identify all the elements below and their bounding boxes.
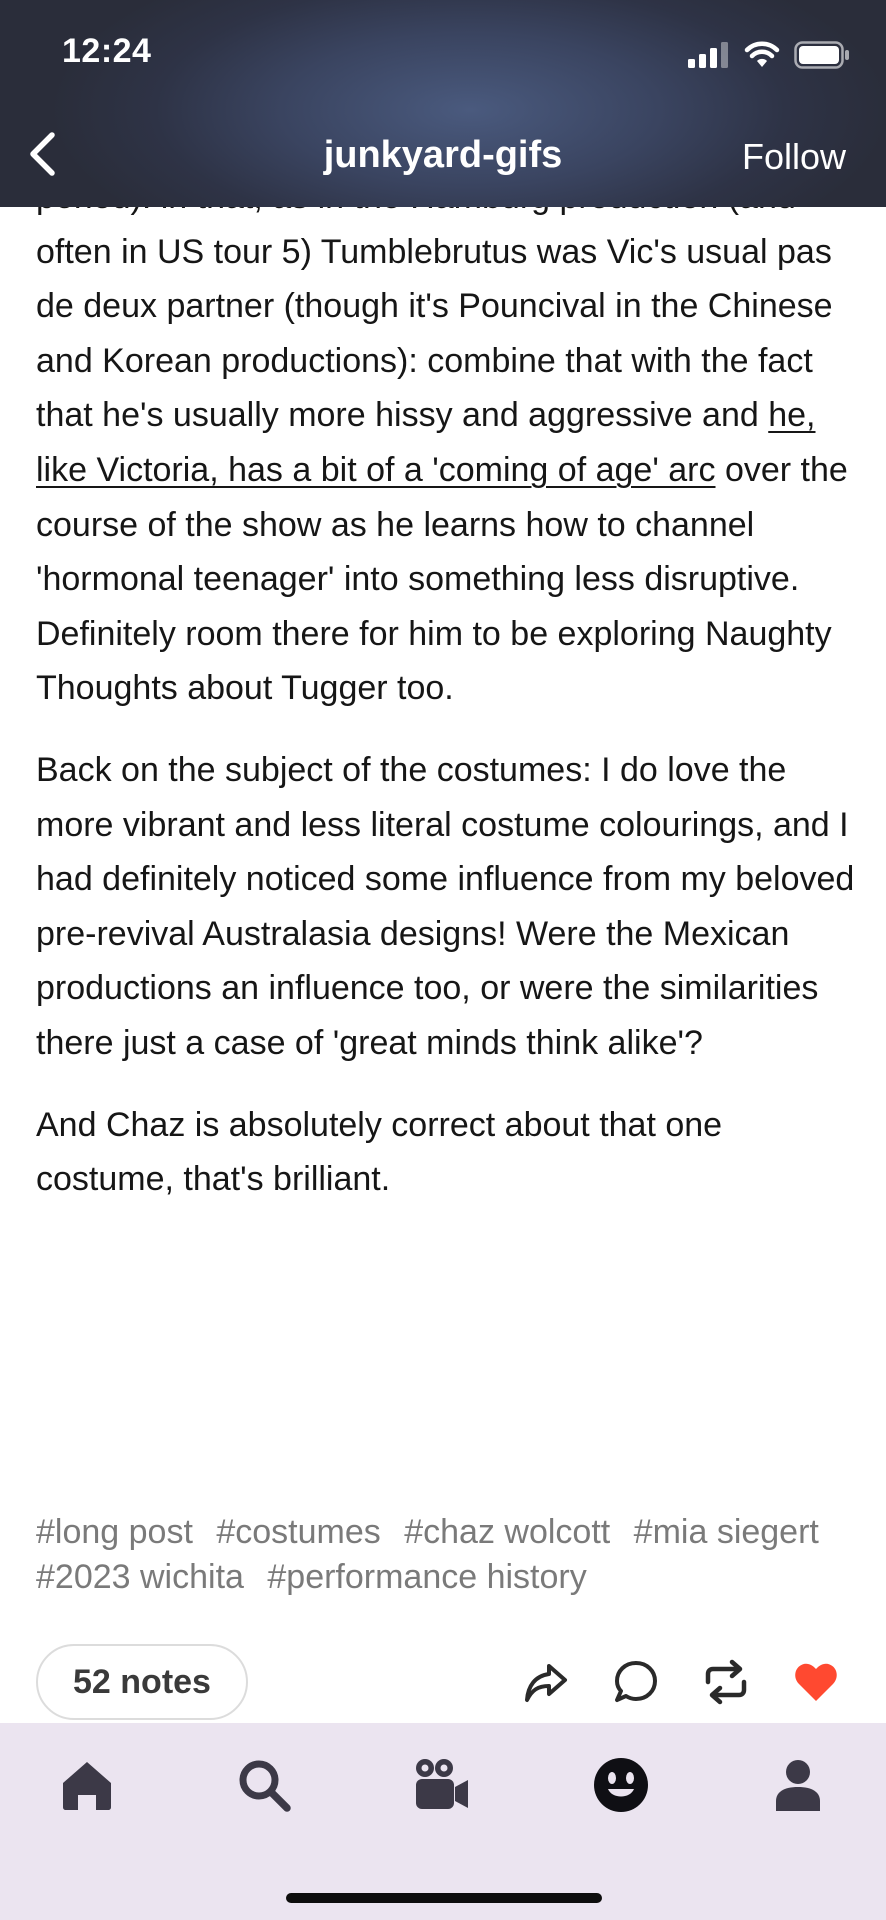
blog-header: 12:24 junkyard-gifs Follow [0,0,886,207]
notes-button[interactable]: 52 notes [36,1644,248,1720]
tag[interactable]: #chaz wolcott [404,1513,610,1551]
post-tags: #long post #costumes #chaz wolcott #mia … [36,1510,856,1600]
home-icon [63,1762,111,1810]
heart-icon[interactable] [792,1658,840,1706]
home-indicator[interactable] [286,1893,602,1903]
tab-home[interactable] [55,1753,119,1817]
video-camera-icon [416,1759,468,1809]
post-paragraph: Back on the subject of the costumes: I d… [36,750,855,1062]
post-body: period): in that, as in the Hamburg prod… [36,170,856,1234]
status-bar: 12:24 [0,0,886,108]
tag[interactable]: #2023 wichita [36,1558,244,1596]
tab-video[interactable] [409,1753,473,1817]
tag[interactable]: #costumes [216,1513,380,1551]
post-footer: 52 notes [0,1644,886,1720]
tag[interactable]: #mia siegert [634,1513,819,1551]
share-icon[interactable] [522,1658,570,1706]
battery-icon [794,41,849,69]
status-time: 12:24 [62,32,152,70]
paragraph-text: period): in that, as in the Hamburg prod… [36,178,833,435]
face-icon [594,1758,648,1812]
navigation-bar: junkyard-gifs Follow [0,108,886,207]
status-icons [688,38,850,72]
follow-button[interactable]: Follow [742,136,846,178]
tab-activity[interactable] [589,1753,653,1817]
cellular-signal-icon [688,42,728,68]
reply-icon[interactable] [612,1658,660,1706]
post-paragraph: And Chaz is absolutely correct about tha… [36,1105,723,1199]
wifi-icon [744,41,780,67]
tab-search[interactable] [232,1753,296,1817]
tag[interactable]: #performance history [267,1558,586,1596]
tab-account[interactable] [766,1753,830,1817]
search-icon [239,1760,291,1812]
app-screen: 12:24 junkyard-gifs Follow often in US t… [0,0,886,1920]
paragraph-text: over the course of the show as he learns… [36,450,848,708]
post-paragraph: period): in that, as in the Hamburg prod… [36,170,856,716]
bottom-tab-bar [0,1723,886,1920]
tag[interactable]: #long post [36,1513,193,1551]
account-icon [776,1760,820,1811]
reblog-icon[interactable] [702,1658,750,1706]
